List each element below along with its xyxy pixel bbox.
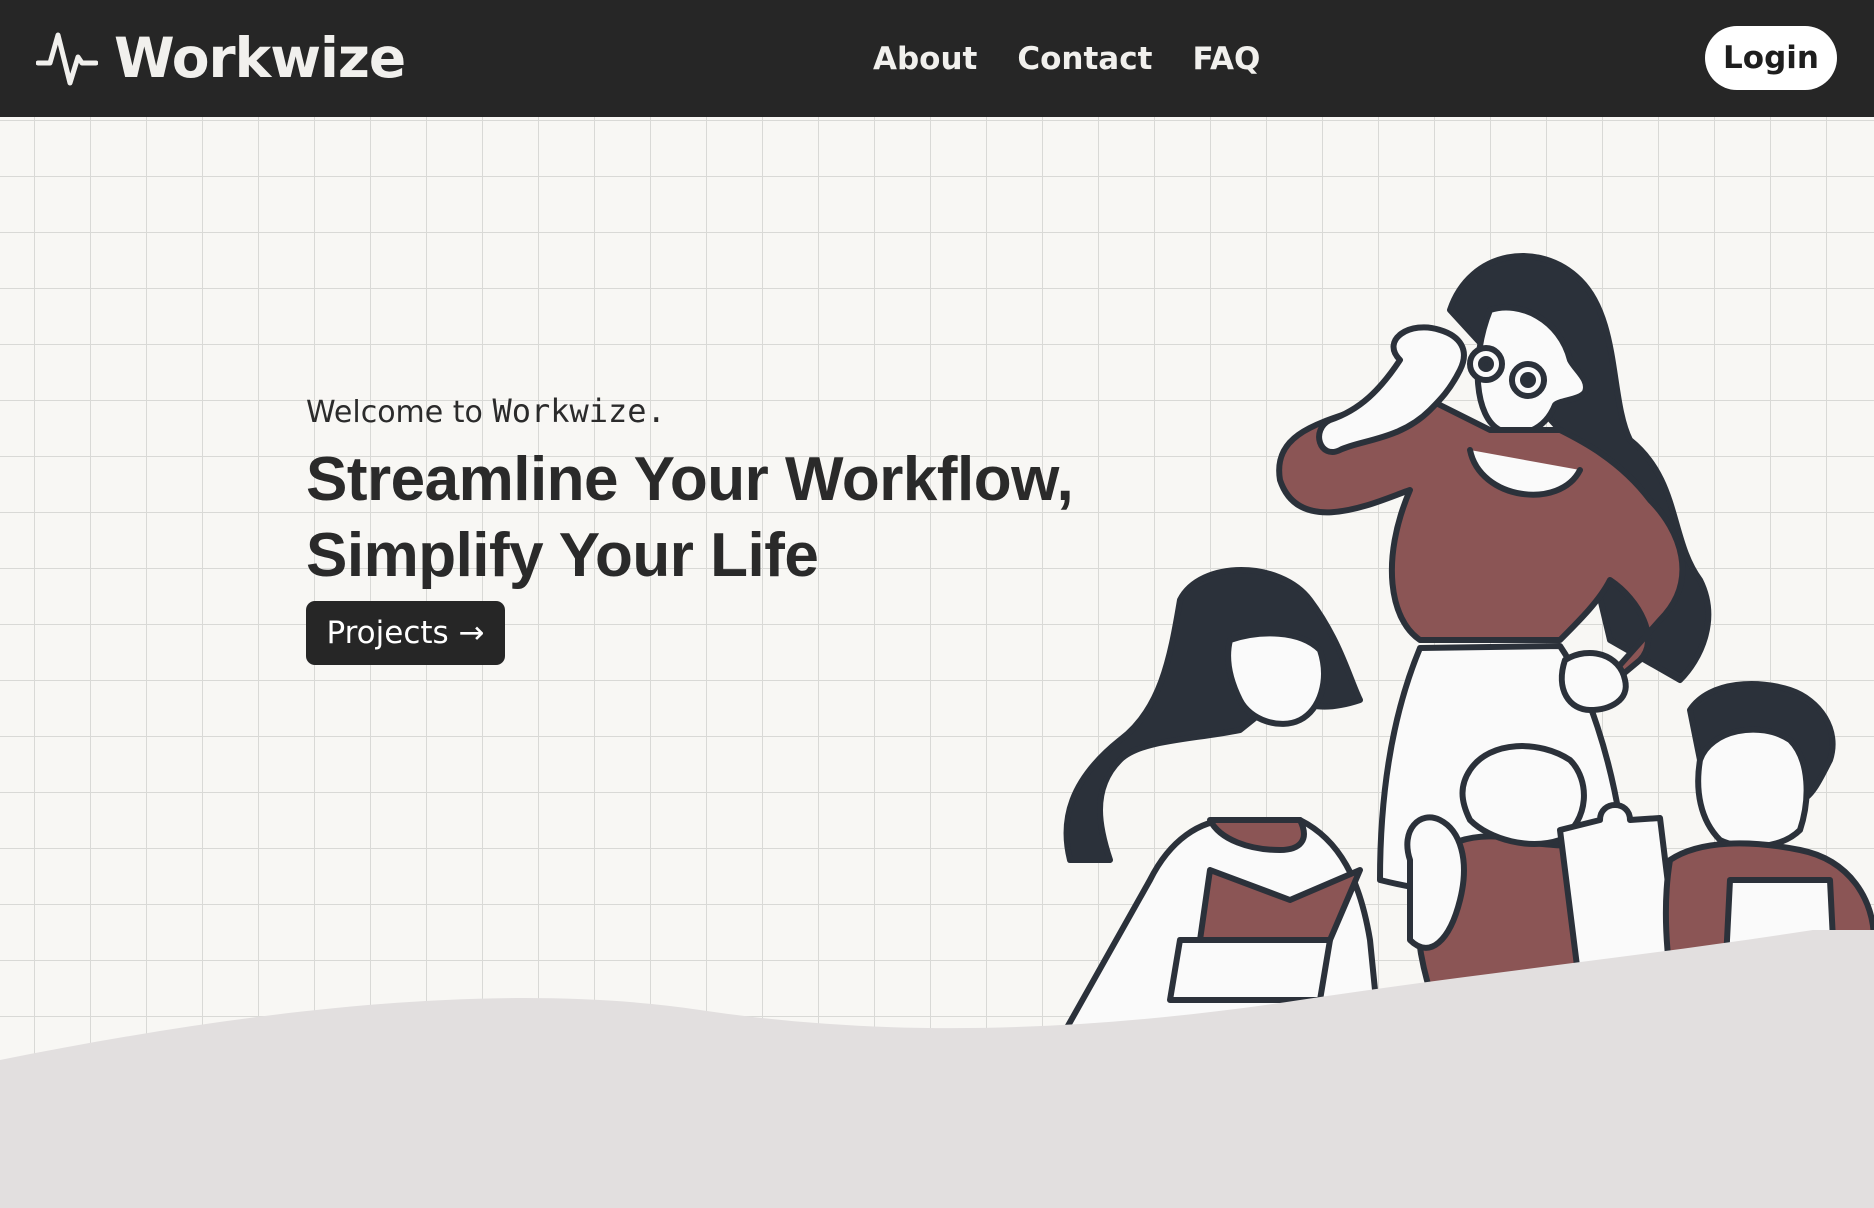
- nav-link-faq[interactable]: FAQ: [1192, 37, 1260, 81]
- brand-logo[interactable]: Workwize: [36, 26, 406, 90]
- hero-headline: Streamline Your Workflow, Simplify Your …: [306, 442, 1074, 594]
- nav-link-contact[interactable]: Contact: [1017, 37, 1152, 81]
- brand-name: Workwize: [114, 26, 406, 90]
- nav-link-about[interactable]: About: [873, 37, 977, 81]
- welcome-brand: Workwize: [492, 392, 647, 430]
- nav-links: About Contact FAQ: [873, 37, 1260, 81]
- login-button[interactable]: Login: [1705, 26, 1837, 90]
- hero-content: Welcome to Workwize. Streamline Your Wor…: [306, 388, 1074, 594]
- welcome-prefix: Welcome to: [306, 395, 483, 430]
- hero-illustration: [1057, 253, 1874, 1040]
- pulse-icon: [36, 32, 98, 86]
- headline-line-2: Simplify Your Life: [306, 521, 819, 590]
- navbar: Workwize About Contact FAQ Login: [0, 0, 1874, 117]
- footer-wave: [0, 930, 1874, 1208]
- headline-line-1: Streamline Your Workflow,: [306, 445, 1074, 514]
- welcome-suffix: .: [646, 392, 666, 430]
- welcome-text: Welcome to Workwize.: [306, 388, 1073, 436]
- projects-button[interactable]: Projects →: [306, 601, 505, 665]
